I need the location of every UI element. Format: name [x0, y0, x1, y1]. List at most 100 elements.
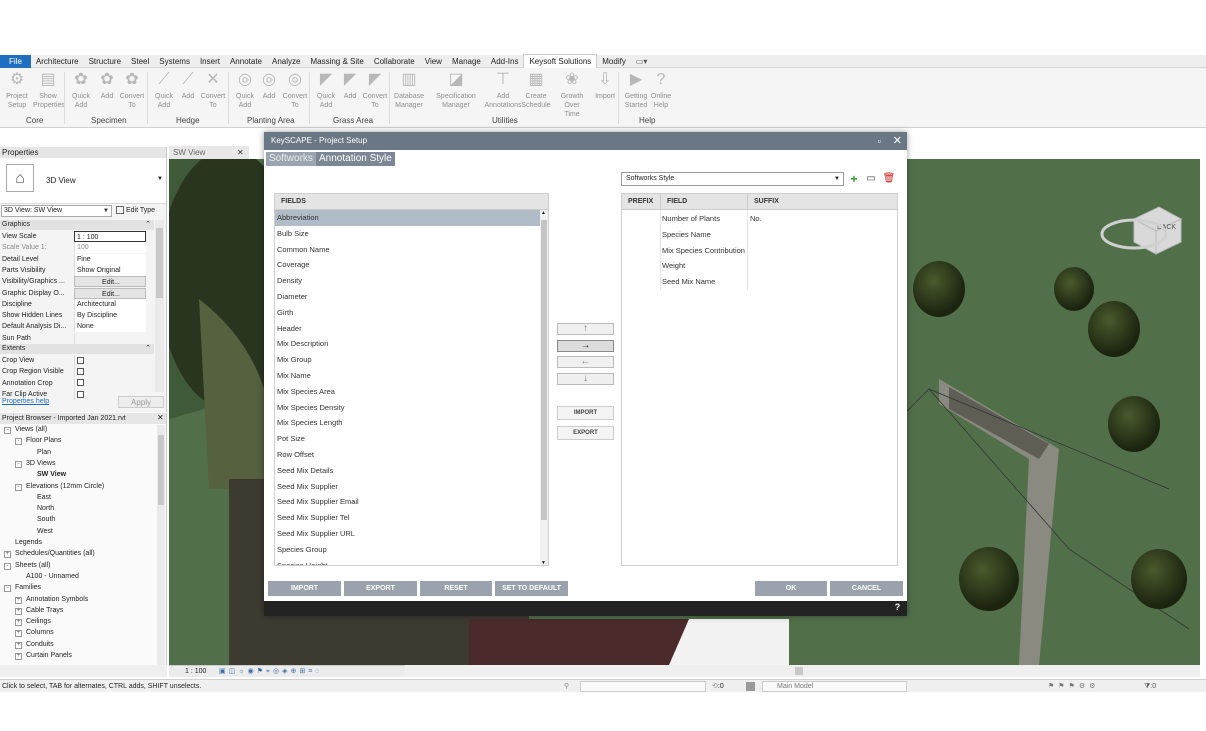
rename-style-icon[interactable]: ▭: [864, 172, 878, 186]
field-item[interactable]: Mix Species Area: [275, 384, 548, 400]
annotation-row[interactable]: Seed Mix Name: [622, 274, 898, 290]
filter-icon[interactable]: ⧩:0: [1144, 680, 1156, 693]
close-icon[interactable]: ✕: [157, 413, 164, 422]
ribbon-tab-insert[interactable]: Insert: [195, 55, 225, 68]
property-value[interactable]: Fine: [74, 253, 146, 265]
instance-selector[interactable]: 3D View: SW View ▼: [1, 205, 112, 217]
add-field-button[interactable]: →: [557, 340, 614, 352]
import-button[interactable]: IMPORT: [268, 581, 341, 596]
ribbon-button-1[interactable]: ▤ Show Properties: [33, 70, 65, 110]
collapse-icon[interactable]: -: [15, 460, 22, 468]
browser-item[interactable]: East: [37, 493, 51, 503]
field-item[interactable]: Seed Mix Supplier Email: [275, 494, 548, 510]
browser-item[interactable]: Views (all): [15, 425, 47, 435]
field-item[interactable]: Density: [275, 273, 548, 289]
field-item[interactable]: Abbreviation: [275, 210, 548, 226]
ribbon-tab-annotate[interactable]: Annotate: [225, 55, 267, 68]
edit-type-button[interactable]: Edit Type: [116, 205, 164, 217]
remove-field-button[interactable]: ←: [557, 356, 614, 368]
field-item[interactable]: Common Name: [275, 242, 548, 258]
annotation-row[interactable]: Number of Plants No.: [622, 211, 898, 227]
property-value[interactable]: Edit...: [74, 276, 146, 288]
property-row[interactable]: Default Analysis Di... None: [2, 321, 154, 333]
property-row[interactable]: Annotation Crop: [2, 377, 154, 389]
ribbon-tab-architecture[interactable]: Architecture: [31, 55, 84, 68]
maximize-icon[interactable]: ▫: [878, 132, 881, 150]
annotation-row[interactable]: Species Name: [622, 227, 898, 243]
browser-item[interactable]: Conduits: [26, 640, 54, 650]
collapse-icon[interactable]: -: [4, 585, 11, 593]
browser-item[interactable]: Annotation Symbols: [26, 595, 88, 605]
property-value[interactable]: [74, 332, 146, 344]
field-item[interactable]: Girth: [275, 305, 548, 321]
field-item[interactable]: Diameter: [275, 289, 548, 305]
ribbon-button-14[interactable]: ▥ Database Manager: [394, 70, 424, 110]
close-icon[interactable]: ✕: [893, 132, 902, 150]
field-item[interactable]: Seed Mix Supplier URL: [275, 526, 548, 542]
move-down-button[interactable]: ↓: [557, 373, 614, 385]
property-row[interactable]: Parts Visibility Show Original: [2, 264, 154, 276]
ribbon-tab-analyze[interactable]: Analyze: [267, 55, 305, 68]
expand-icon[interactable]: +: [15, 641, 22, 649]
ribbon-tab-add-ins[interactable]: Add-Ins: [486, 55, 524, 68]
annotation-suffix[interactable]: No.: [750, 211, 762, 227]
export-button[interactable]: EXPORT: [344, 581, 417, 596]
property-value[interactable]: [74, 366, 146, 378]
browser-item[interactable]: West: [37, 527, 53, 537]
style-import-button[interactable]: IMPORT: [557, 406, 614, 420]
cancel-button[interactable]: CANCEL: [830, 581, 903, 596]
ribbon-tab-modify[interactable]: Modify: [597, 55, 631, 68]
field-item[interactable]: Coverage: [275, 257, 548, 273]
help-icon[interactable]: ?: [892, 602, 903, 613]
dialog-title-bar[interactable]: KeySCAPE - Project Setup ▫ ✕: [264, 132, 907, 150]
property-row[interactable]: Detail Level Fine: [2, 253, 154, 265]
view-tab-sw-view[interactable]: SW View ✕: [169, 146, 249, 159]
ribbon-tab-view[interactable]: View: [420, 55, 447, 68]
fields-scrollbar[interactable]: ▲ ▼: [540, 210, 548, 565]
properties-help-link[interactable]: Properties help: [2, 398, 49, 405]
section-extents[interactable]: Extents ⌃: [0, 344, 154, 354]
ribbon-tab-steel[interactable]: Steel: [126, 55, 154, 68]
annotation-row[interactable]: Weight: [622, 258, 898, 274]
expand-icon[interactable]: +: [15, 619, 22, 627]
property-value[interactable]: [74, 355, 146, 366]
field-item[interactable]: Header: [275, 321, 548, 337]
property-row[interactable]: Show Hidden Lines By Discipline: [2, 310, 154, 322]
property-row[interactable]: Graphic Display O... Edit...: [2, 287, 154, 299]
field-item[interactable]: Bulb Size: [275, 226, 548, 242]
checkbox[interactable]: [77, 390, 84, 398]
property-row[interactable]: View Scale 1 : 100: [2, 231, 154, 242]
move-up-button[interactable]: ↑: [557, 323, 614, 335]
view-scale[interactable]: 1 : 100: [185, 666, 206, 678]
property-row[interactable]: Crop Region Visible: [2, 366, 154, 378]
style-export-button[interactable]: EXPORT: [557, 426, 614, 440]
ribbon-tab-structure[interactable]: Structure: [84, 55, 126, 68]
ribbon-tab-systems[interactable]: Systems: [154, 55, 195, 68]
browser-scrollbar[interactable]: [157, 425, 165, 665]
property-value[interactable]: Edit...: [74, 287, 146, 299]
close-icon[interactable]: ✕: [237, 146, 244, 159]
browser-item[interactable]: Schedules/Quantities (all): [15, 549, 95, 559]
ribbon-button-7[interactable]: ✕ Convert To: [198, 70, 228, 110]
delete-style-icon[interactable]: 🗑: [882, 172, 896, 186]
field-item[interactable]: Seed Mix Supplier Tel: [275, 510, 548, 526]
field-item[interactable]: Mix Name: [275, 368, 548, 384]
ribbon-tab-collaborate[interactable]: Collaborate: [369, 55, 420, 68]
ribbon-button-16[interactable]: ⊤ Add Annotations: [481, 70, 525, 110]
ribbon-tab-massing-site[interactable]: Massing & Site: [305, 55, 368, 68]
field-item[interactable]: Seed Mix Details: [275, 463, 548, 479]
property-value[interactable]: Architectural: [74, 298, 146, 310]
design-option-select[interactable]: Main Model: [762, 681, 907, 692]
property-value[interactable]: By Discipline: [74, 310, 146, 322]
browser-item[interactable]: Sheets (all): [15, 561, 50, 571]
workset-select[interactable]: [580, 681, 706, 692]
browser-item[interactable]: North: [37, 504, 54, 514]
checkbox[interactable]: [77, 356, 84, 364]
field-item[interactable]: Row Offset: [275, 447, 548, 463]
expand-icon[interactable]: +: [4, 551, 11, 559]
property-row[interactable]: Sun Path: [2, 332, 154, 344]
style-select[interactable]: Softworks Style ▼: [621, 172, 844, 186]
expand-icon[interactable]: +: [15, 596, 22, 604]
checkbox[interactable]: [77, 367, 84, 375]
collapse-icon[interactable]: -: [4, 427, 11, 434]
